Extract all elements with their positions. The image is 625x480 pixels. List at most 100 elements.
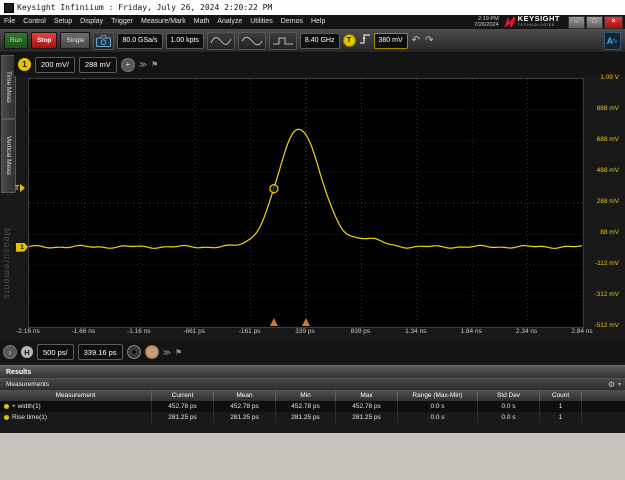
window-title: Keysight Infiniium : Friday, July 26, 20… bbox=[17, 0, 272, 15]
waveform-display[interactable] bbox=[28, 78, 584, 328]
measurement-value-cell: 452.78 ps bbox=[336, 401, 398, 412]
menu-item-display[interactable]: Display bbox=[76, 15, 107, 29]
measurement-value-cell: 452.78 ps bbox=[152, 401, 214, 412]
undo-icon[interactable]: ↶ bbox=[411, 34, 421, 48]
column-header-mean: Mean bbox=[214, 390, 276, 401]
voltage-axis-label: -512 mV bbox=[594, 322, 619, 330]
trigger-time-marker-icon[interactable] bbox=[302, 318, 310, 326]
tab-vertical-meas[interactable]: Vertical Meas bbox=[1, 119, 16, 193]
channel-color-dot bbox=[4, 415, 9, 420]
horizontal-bar: › H 500 ps/ 339.16 ps ≫ ⚑ bbox=[0, 342, 625, 362]
logo-subtitle: TECHNOLOGIES bbox=[518, 22, 560, 28]
voltage-axis-label: 288 mV bbox=[597, 198, 619, 206]
measurement-value-cell: 0.0 s bbox=[478, 412, 540, 423]
menu-item-analyze[interactable]: Analyze bbox=[213, 15, 246, 29]
time-axis-label: -161 ps bbox=[239, 328, 261, 335]
voltage-axis: 1.09 V888 mV688 mV488 mV288 mV88 mV-112 … bbox=[584, 78, 622, 330]
bandwidth-field[interactable]: 8.40 GHz bbox=[300, 33, 340, 49]
clock: 2:19 PM 7/26/2024 bbox=[474, 16, 498, 28]
stop-button[interactable]: Stop bbox=[31, 32, 57, 49]
sine-icon bbox=[210, 35, 232, 47]
measurement-value-cell: 452.78 ps bbox=[214, 401, 276, 412]
column-header-measurement: Measurement bbox=[0, 390, 152, 401]
time-axis-label: 1.34 ns bbox=[405, 328, 426, 335]
menu-item-measure-mark[interactable]: Measure/Mark bbox=[137, 15, 190, 29]
time-axis-label: 1.84 ns bbox=[461, 328, 482, 335]
toolbar: Run Stop Single 80.0 GSa/s 1.00 kpts 8.4… bbox=[0, 29, 625, 53]
voltage-axis-label: 688 mV bbox=[597, 136, 619, 144]
menu-item-help[interactable]: Help bbox=[307, 15, 329, 29]
more-controls-icon[interactable]: ≫ bbox=[139, 60, 147, 69]
redo-icon[interactable]: ↷ bbox=[424, 34, 434, 48]
time-marker-icon[interactable] bbox=[270, 318, 278, 326]
trigger-source-badge[interactable]: T bbox=[343, 34, 356, 47]
wave-icon: ∿ bbox=[612, 37, 618, 45]
column-header-range-max-min-: Range (Max-Min) bbox=[398, 390, 478, 401]
waveform-preset-1-button[interactable] bbox=[207, 32, 235, 50]
trigger-point-marker[interactable] bbox=[270, 185, 278, 193]
minimize-button[interactable]: – bbox=[568, 16, 585, 29]
voltage-axis-label: -112 mV bbox=[595, 260, 619, 268]
run-button[interactable]: Run bbox=[4, 32, 28, 49]
menu-item-demos[interactable]: Demos bbox=[277, 15, 307, 29]
memory-depth-field[interactable]: 1.00 kpts bbox=[166, 33, 204, 49]
sample-rate-field[interactable]: 80.0 GSa/s bbox=[117, 33, 162, 49]
measurement-value-cell: 1 bbox=[540, 401, 582, 412]
measurement-row[interactable]: + width(1)452.78 ps452.78 ps452.78 ps452… bbox=[0, 401, 625, 412]
camera-icon bbox=[96, 35, 111, 47]
measurement-row[interactable]: Rise time(1)281.25 ps281.25 ps281.25 ps2… bbox=[0, 412, 625, 423]
waveform-assistant-button[interactable]: A∿ bbox=[604, 32, 621, 50]
measurement-value-cell: 0.0 s bbox=[398, 412, 478, 423]
window-controls: – □ × bbox=[568, 16, 623, 29]
voltage-axis-label: 88 mV bbox=[600, 229, 619, 237]
menu-item-math[interactable]: Math bbox=[190, 15, 214, 29]
column-header-min: Min bbox=[276, 390, 336, 401]
measurement-name-cell: Rise time(1) bbox=[0, 412, 152, 423]
time-axis-label: -661 ps bbox=[183, 328, 205, 335]
menu-item-control[interactable]: Control bbox=[19, 15, 50, 29]
bookmark-icon[interactable]: ⚑ bbox=[151, 60, 158, 69]
timebase-scale-field[interactable]: 500 ps/ bbox=[37, 344, 74, 360]
measurements-table-body: + width(1)452.78 ps452.78 ps452.78 ps452… bbox=[0, 401, 625, 423]
column-header-max: Max bbox=[336, 390, 398, 401]
menu-item-utilities[interactable]: Utilities bbox=[246, 15, 277, 29]
column-header-std-dev: Std Dev bbox=[478, 390, 540, 401]
maximize-button[interactable]: □ bbox=[586, 16, 603, 29]
keysight-logo: KEYSIGHT TECHNOLOGIES bbox=[503, 16, 560, 29]
results-header[interactable]: Results bbox=[0, 365, 625, 378]
time-axis-label: 2.84 ns bbox=[571, 328, 592, 335]
channel-1-badge[interactable]: 1 bbox=[18, 58, 31, 71]
column-header-filler bbox=[582, 390, 625, 401]
voltage-axis-label: -312 mV bbox=[594, 291, 619, 299]
time-axis-label: 2.34 ns bbox=[516, 328, 537, 335]
menu-item-setup[interactable]: Setup bbox=[50, 15, 76, 29]
measurement-value-cell: 281.25 ps bbox=[336, 412, 398, 423]
trigger-level-marker[interactable]: T bbox=[15, 184, 28, 193]
measurements-header[interactable]: Measurements ⚙ ▾ bbox=[0, 378, 625, 390]
waveform-preset-2-button[interactable] bbox=[238, 32, 266, 50]
close-button[interactable]: × bbox=[604, 16, 623, 29]
edge-trigger-icon[interactable] bbox=[359, 32, 371, 50]
single-button[interactable]: Single bbox=[60, 32, 90, 49]
menu-item-file[interactable]: File bbox=[0, 15, 19, 29]
horizontal-bookmark-icon[interactable]: ⚑ bbox=[175, 348, 182, 357]
add-channel-button[interactable]: + bbox=[121, 58, 135, 72]
measurement-value-cell: 1 bbox=[540, 412, 582, 423]
horizontal-badge[interactable]: H bbox=[21, 346, 33, 358]
channel-offset-field[interactable]: 288 mV bbox=[79, 57, 117, 73]
measurements-watermark: Measurements bbox=[2, 228, 12, 353]
time-axis-label: 339 ps bbox=[295, 328, 315, 335]
tan-knob-icon[interactable] bbox=[145, 345, 159, 359]
time-axis: -2.16 ns-1.66 ns-1.16 ns-661 ps-161 ps33… bbox=[28, 328, 582, 339]
panel-expand-button[interactable]: › bbox=[3, 345, 17, 359]
keysight-spark-icon bbox=[503, 16, 516, 29]
more-horizontal-controls-icon[interactable]: ≫ bbox=[163, 348, 171, 357]
timebase-position-field[interactable]: 339.16 ps bbox=[78, 344, 123, 360]
trigger-level-field[interactable]: 380 mV bbox=[374, 33, 408, 49]
channel-scale-field[interactable]: 200 mV/ bbox=[35, 57, 75, 73]
dark-knob-icon[interactable] bbox=[127, 345, 141, 359]
clock-date: 7/26/2024 bbox=[474, 22, 498, 28]
waveform-preset-3-button[interactable] bbox=[269, 32, 297, 50]
screenshot-button[interactable] bbox=[93, 32, 114, 50]
menu-item-trigger[interactable]: Trigger bbox=[107, 15, 137, 29]
